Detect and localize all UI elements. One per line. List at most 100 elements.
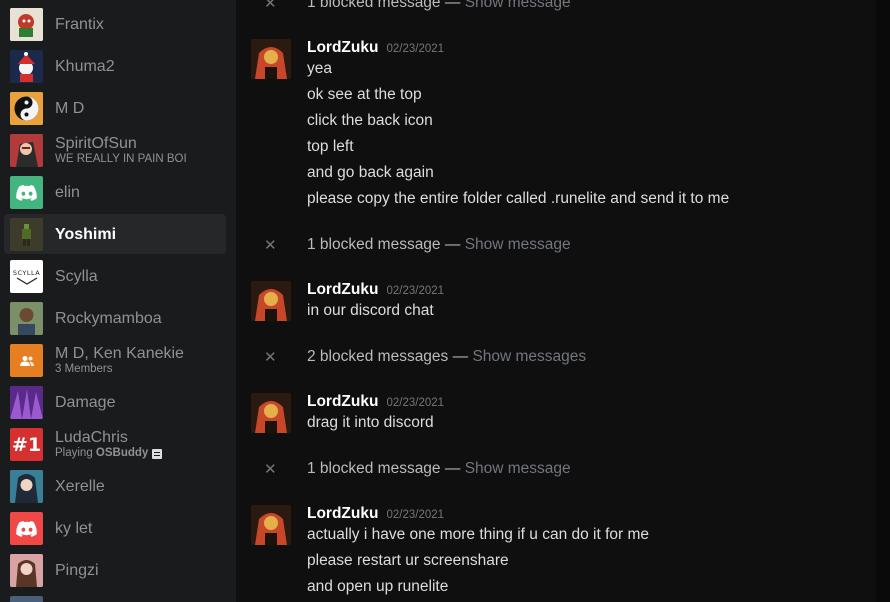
- dm-member-count: 3 Members: [55, 363, 113, 375]
- dm-item-ky-let[interactable]: ky let: [4, 508, 226, 548]
- close-icon: ✕: [264, 0, 277, 12]
- avatar: [10, 302, 43, 335]
- message-timestamp: 02/23/2021: [386, 397, 445, 409]
- scylla-chevron-icon: [16, 276, 37, 285]
- dm-item-scylla[interactable]: SCYLLA Scylla: [4, 256, 226, 296]
- dm-item-damage[interactable]: Damage: [4, 382, 226, 422]
- message-timestamp: 02/23/2021: [386, 285, 445, 297]
- dm-name: Rockymamboa: [55, 309, 162, 327]
- dm-item-pingzi[interactable]: Pingzi: [4, 550, 226, 590]
- dm-item-spiritofsun[interactable]: SpiritOfSun WE REALLY IN PAIN BOI: [4, 130, 226, 170]
- avatar[interactable]: [251, 39, 291, 79]
- message-line: please restart ur screenshare: [307, 552, 509, 569]
- message-line: top left: [307, 138, 354, 155]
- scylla-logo-text: SCYLLA: [12, 268, 41, 277]
- dm-item-rockymamboa[interactable]: Rockymamboa: [4, 298, 226, 338]
- blocked-messages-notice: ✕ 1 blocked message — Show message: [236, 0, 876, 16]
- dm-item-partial[interactable]: [4, 592, 226, 602]
- avatar[interactable]: [251, 281, 291, 321]
- dm-name: Khuma2: [55, 57, 115, 75]
- avatar: [10, 176, 43, 209]
- message-timestamp: 02/23/2021: [386, 43, 445, 55]
- blocked-count: 1 blocked message: [307, 460, 441, 477]
- dm-item-xerelle[interactable]: Xerelle: [4, 466, 226, 506]
- message-line: actually i have one more thing if u can …: [307, 526, 650, 543]
- message-author[interactable]: LordZuku: [307, 39, 378, 57]
- message-author[interactable]: LordZuku: [307, 505, 378, 523]
- avatar: SCYLLA: [10, 260, 43, 293]
- message-line: and go back again: [307, 164, 434, 181]
- message-line: and open up runelite: [307, 578, 449, 595]
- dm-item-ludachris[interactable]: #1 LudaChris Playing OSBuddy: [4, 424, 226, 464]
- dm-name: Yoshimi: [55, 225, 117, 243]
- blocked-messages-notice: ✕ 2 blocked messages — Show messages: [236, 346, 876, 370]
- lordzuku-avatar-icon: [251, 281, 291, 321]
- show-message-link[interactable]: Show message: [465, 0, 571, 11]
- avatar[interactable]: [251, 505, 291, 545]
- message-line: click the back icon: [307, 112, 433, 129]
- avatar: [10, 470, 43, 503]
- avatar: [10, 50, 43, 83]
- dm-name: Pingzi: [55, 561, 99, 579]
- dm-name: Xerelle: [55, 477, 105, 495]
- dm-item-m-d[interactable]: M D: [4, 88, 226, 128]
- dm-name: Scylla: [55, 267, 98, 285]
- dm-item-frantix[interactable]: Frantix: [4, 4, 226, 44]
- dm-name: LudaChris: [55, 429, 128, 446]
- avatar: [10, 554, 43, 587]
- blocked-messages-notice: ✕ 1 blocked message — Show message: [236, 458, 876, 482]
- show-messages-link[interactable]: Show messages: [472, 348, 586, 365]
- dm-item-elin[interactable]: elin: [4, 172, 226, 212]
- blocked-text: 1 blocked message — Show message: [307, 460, 571, 478]
- close-icon: ✕: [264, 237, 277, 254]
- show-message-link[interactable]: Show message: [465, 236, 571, 253]
- blocked-text: 1 blocked message — Show message: [307, 0, 571, 12]
- pixel-character-avatar-icon: [10, 218, 43, 251]
- message-author[interactable]: LordZuku: [307, 393, 378, 411]
- separator: —: [448, 348, 473, 365]
- blocked-count: 1 blocked message: [307, 236, 441, 253]
- blocked-messages-notice: ✕ 1 blocked message — Show message: [236, 234, 876, 258]
- separator: —: [440, 236, 465, 253]
- dm-name: elin: [55, 183, 80, 201]
- blocked-count: 2 blocked messages: [307, 348, 449, 365]
- cartoon-avatar-icon: [10, 8, 43, 41]
- dm-name: ky let: [55, 519, 93, 537]
- close-icon: ✕: [264, 461, 277, 478]
- show-message-link[interactable]: Show message: [465, 460, 571, 477]
- message-timestamp: 02/23/2021: [386, 509, 445, 521]
- dm-activity: Playing OSBuddy: [55, 447, 163, 460]
- avatar: [10, 8, 43, 41]
- message-line: drag it into discord: [307, 414, 434, 431]
- purple-avatar-icon: [10, 386, 43, 419]
- avatar: [10, 344, 43, 377]
- dm-name: Frantix: [55, 15, 104, 33]
- avatar[interactable]: [251, 393, 291, 433]
- dm-item-khuma2[interactable]: Khuma2: [4, 46, 226, 86]
- discord-logo-icon: [15, 520, 37, 537]
- anime-girl-avatar-icon: [10, 470, 43, 503]
- blocked-text: 1 blocked message — Show message: [307, 236, 571, 254]
- scrollbar-track[interactable]: [876, 0, 890, 602]
- message-line: ok see at the top: [307, 86, 422, 103]
- message-author[interactable]: LordZuku: [307, 281, 378, 299]
- dm-item-group-md-ken[interactable]: M D, Ken Kanekie 3 Members: [4, 340, 226, 380]
- dm-name: M D, Ken Kanekie: [55, 345, 184, 362]
- avatar: #1: [10, 428, 43, 461]
- avatar: [10, 92, 43, 125]
- dm-sidebar: Frantix Khuma2 M D SpiritOfSun WE REALLY…: [0, 0, 236, 602]
- lordzuku-avatar-icon: [251, 39, 291, 79]
- santa-avatar-icon: [10, 50, 43, 83]
- avatar: [10, 218, 43, 251]
- message-line: please copy the entire folder called .ru…: [307, 190, 730, 207]
- avatar: [10, 596, 43, 602]
- avatar: [10, 512, 43, 545]
- message-line: in our discord chat: [307, 302, 434, 319]
- chat-messages: ✕ 1 blocked message — Show message LordZ…: [236, 0, 876, 602]
- close-icon: ✕: [264, 349, 277, 366]
- lordzuku-avatar-icon: [251, 505, 291, 545]
- blocked-text: 2 blocked messages — Show messages: [307, 348, 586, 366]
- dm-item-yoshimi[interactable]: Yoshimi: [4, 214, 226, 254]
- photo-avatar-icon: [10, 554, 43, 587]
- discord-logo-icon: [15, 184, 37, 201]
